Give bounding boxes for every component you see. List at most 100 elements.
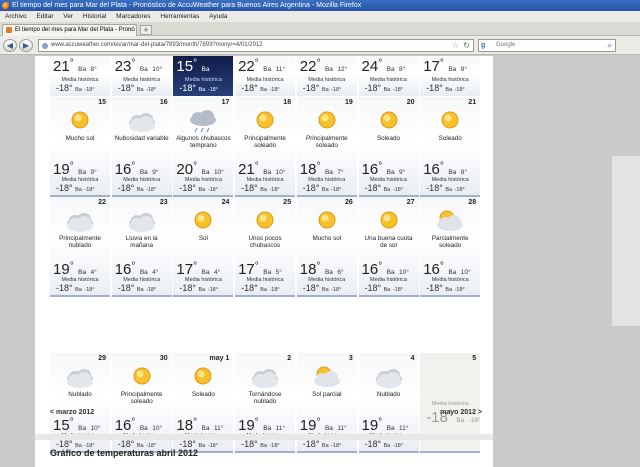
- day-cell[interactable]: 24 Sol 17° Ba 4° Media histórica -18° Ba -18…: [173, 197, 235, 297]
- reload-icon[interactable]: ↻: [463, 40, 470, 51]
- high-temp: 16: [423, 261, 440, 278]
- day-number: 27: [406, 199, 415, 206]
- historic-low: -18: [207, 87, 216, 93]
- low-temp: 11: [213, 425, 221, 432]
- historic-low-label: Ba: [321, 87, 329, 93]
- day-cell[interactable]: 22 Principalmente nublado 19° Ba 4° Media h…: [50, 197, 111, 297]
- condition-text: Principalmente nublado: [59, 235, 101, 249]
- historic-low-label: Ba: [260, 443, 267, 449]
- day-cell[interactable]: 16 Nubosidad variable 16° Ba 9° Media histó…: [111, 97, 173, 197]
- day-cell[interactable]: 20 Soleado 16° Ba 9° Media histórica -18° Ba…: [358, 97, 420, 197]
- prev-month-link[interactable]: < marzo 2012: [50, 409, 94, 416]
- tab-close-icon[interactable]: ×: [129, 25, 133, 36]
- menu-herramientas[interactable]: Herramientas: [160, 13, 199, 20]
- day-cell[interactable]: 21° Ba 8° Media histórica -18° Ba -18°: [50, 56, 111, 96]
- high-temp: 16: [114, 161, 132, 178]
- row-separator: [235, 451, 296, 453]
- window-title: El tiempo del mes para Mar del Plata - P…: [12, 2, 362, 9]
- day-cell[interactable]: 17 Algunos chubascos temprano 20° Ba 10° Me…: [173, 97, 235, 197]
- day-number: 30: [159, 355, 168, 362]
- next-month-link[interactable]: mayo 2012 >: [440, 409, 482, 416]
- menu-historial[interactable]: Historial: [83, 13, 106, 20]
- day-number: 2: [287, 355, 292, 362]
- sun-icon: [133, 367, 151, 385]
- high-temp: 16: [361, 161, 379, 178]
- degree-symbol: °: [193, 161, 198, 172]
- url-bar[interactable]: www.accuweather.com/es/ar/mar-del-plata/…: [38, 39, 474, 52]
- low-label: Ba: [201, 269, 210, 276]
- day-number: 16: [159, 99, 168, 106]
- day-cell[interactable]: 15 Mucho sol 19° Ba 9° Media histórica -18° …: [50, 97, 111, 197]
- historic-low-label: Ba: [383, 87, 391, 93]
- row-separator: [173, 295, 234, 297]
- day-cell[interactable]: 25 Unos pocos chubascos 17° Ba 5° Media his…: [235, 197, 297, 297]
- historic-high: -18: [302, 283, 316, 293]
- day-cell[interactable]: 24° Ba 8° Media histórica -18° Ba -18°: [358, 56, 420, 96]
- day-cell[interactable]: 21 Soleado 16° Ba 8° Media histórica -18° Ba…: [420, 97, 482, 197]
- forward-button[interactable]: ▶: [19, 39, 33, 52]
- low-temp: 11: [399, 425, 406, 432]
- high-temp: 18: [299, 261, 317, 278]
- low-label: Ba: [139, 269, 148, 276]
- day-cell[interactable]: 23° Ba 10° Media histórica -18° Ba -18°: [111, 56, 173, 96]
- day-cell[interactable]: 22° Ba 11° Media histórica -18° Ba -18°: [235, 56, 297, 96]
- temperature: 21° Ba 8°: [53, 58, 97, 75]
- condition-text: Soleado: [376, 135, 401, 142]
- historic-low-label: Ba: [198, 443, 206, 449]
- menu-ayuda[interactable]: Ayuda: [209, 13, 227, 20]
- historic-values: -18° Ba -18°: [302, 283, 342, 293]
- day-cell[interactable]: 18 Principalmente soleado 21° Ba 10° Media …: [235, 97, 297, 197]
- high-temp: 19: [53, 261, 70, 278]
- sun-icon: [380, 211, 397, 229]
- search-icon[interactable]: ⌕: [608, 40, 612, 51]
- high-temp: 16: [423, 161, 440, 178]
- day-cell[interactable]: 19 Principalmente soleado 18° Ba 7° Media h…: [296, 97, 358, 197]
- tab-label: El tiempo del mes para Mar del Plata - P…: [15, 27, 135, 33]
- condition-text: Mucho sol: [65, 135, 95, 142]
- sun-icon: [256, 211, 274, 229]
- firefox-icon: [2, 2, 10, 10]
- back-button[interactable]: ◀: [3, 39, 17, 52]
- historic-values: -18° Ba -18°: [364, 439, 404, 449]
- site-identity-icon[interactable]: [42, 43, 48, 49]
- day-number: 17: [221, 99, 230, 106]
- historic-low-label: Ba: [321, 187, 329, 193]
- historic-low-label: Ba: [198, 87, 206, 93]
- new-tab-button[interactable]: +: [140, 25, 152, 35]
- tab-bar: El tiempo del mes para Mar del Plata - P…: [0, 22, 640, 36]
- high-temp: 20: [176, 161, 194, 178]
- menu-ver[interactable]: Ver: [63, 13, 73, 20]
- degree-symbol: °: [316, 261, 321, 272]
- historic-low: -18: [392, 287, 401, 293]
- day-cell[interactable]: 17° Ba 8° Media histórica -18° Ba -18°: [420, 56, 482, 96]
- temperature: 23° Ba 10°: [114, 58, 163, 75]
- low-label: Ba: [324, 425, 333, 432]
- historic-values: -18° Ba -18°: [426, 283, 465, 293]
- menu-marcadores[interactable]: Marcadores: [116, 13, 150, 20]
- low-label: Ba: [324, 66, 333, 73]
- day-cell[interactable]: 28 Parcialmente soleado 16° Ba 10° Media hi…: [420, 197, 482, 297]
- day-cell[interactable]: 22° Ba 12° Media histórica -18° Ba -18°: [296, 56, 358, 96]
- historic-high: -18: [241, 183, 255, 193]
- day-cell[interactable]: 27 Una buena cuota de sol 16° Ba 10° Media …: [358, 197, 420, 297]
- day-cell[interactable]: 26 Mucho sol 18° Ba 6° Media histórica -18° …: [296, 197, 358, 297]
- degree-symbol: °: [131, 58, 136, 69]
- month-navigation: < marzo 2012 mayo 2012 >: [50, 409, 482, 421]
- historic-low: -18: [146, 87, 155, 93]
- calendar-week-1: 21° Ba 8° Media histórica -18° Ba -18° 23° …: [50, 56, 482, 96]
- search-box[interactable]: g Google ⌕: [478, 39, 616, 52]
- day-cell[interactable]: 15° Ba Media histórica -18° Ba -18°: [173, 56, 235, 96]
- historic-low-label: Ba: [445, 187, 453, 193]
- degree-symbol: °: [340, 169, 344, 176]
- navigation-bar: ◀ ▶ www.accuweather.com/es/ar/mar-del-pl…: [0, 36, 640, 55]
- menu-editar[interactable]: Editar: [37, 13, 54, 20]
- bookmark-star-icon[interactable]: ☆: [452, 40, 459, 51]
- tab-accuweather[interactable]: El tiempo del mes para Mar del Plata - P…: [2, 24, 137, 36]
- page-viewport[interactable]: 21° Ba 8° Media histórica -18° Ba -18° 23° …: [0, 56, 640, 467]
- historic-low-label: Ba: [198, 287, 206, 293]
- day-cell[interactable]: 23 Lluvia en la mañana 16° Ba 4° Media hist…: [111, 197, 173, 297]
- partly-sunny-icon: [313, 366, 340, 387]
- menu-archivo[interactable]: Archivo: [5, 13, 27, 20]
- historic-low: -18: [392, 187, 401, 193]
- cloud-icon: [67, 213, 93, 232]
